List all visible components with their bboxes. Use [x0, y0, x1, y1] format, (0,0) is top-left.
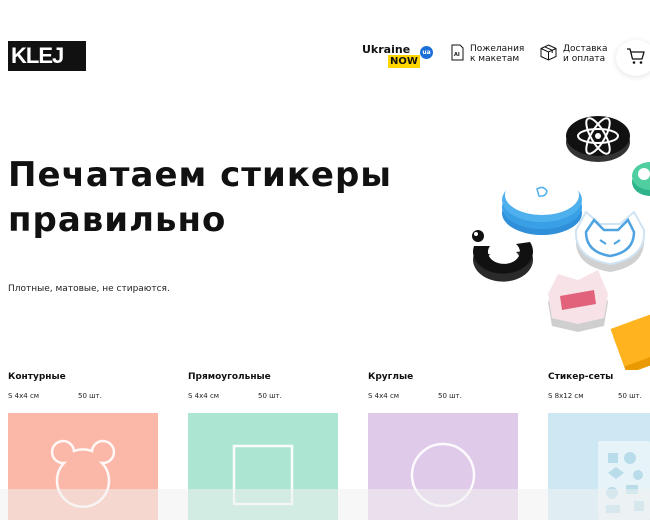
product-image-sticker-sets[interactable] — [548, 413, 650, 520]
circle-outline-icon — [410, 442, 476, 508]
product-size: S 4x4 см — [368, 392, 400, 400]
product-size: S 8x12 см — [548, 392, 584, 400]
product-size: S 4x4 см — [8, 392, 40, 400]
bear-outline-icon — [50, 439, 116, 508]
round-green-sticker — [632, 162, 650, 196]
product-card-sticker-sets[interactable]: Стикер-сеты S 8x12 см 50 шт. — [548, 372, 650, 520]
product-image-rectangular[interactable] — [188, 413, 338, 520]
product-title: Прямоугольные — [188, 372, 271, 382]
hero-subtitle: Плотные, матовые, не стираются. — [8, 284, 170, 294]
cart-icon — [626, 47, 646, 69]
product-qty: 50 шт. — [618, 392, 642, 400]
product-image-round[interactable] — [368, 413, 518, 520]
product-card-contour[interactable]: Контурные S 4x4 см 50 шт. — [8, 372, 158, 520]
square-outline-icon — [232, 444, 294, 506]
product-card-rectangular[interactable]: Прямоугольные S 4x4 см 50 шт. — [188, 372, 338, 520]
nav-delivery-link[interactable]: Доставка и оплата — [540, 44, 608, 65]
sticker-sheet-icon — [598, 441, 650, 520]
cat-sticker — [574, 210, 646, 272]
atom-sticker — [566, 116, 630, 162]
product-size: S 4x4 см — [188, 392, 220, 400]
product-qty: 50 шт. — [438, 392, 462, 400]
stickers-illustration — [460, 100, 650, 375]
ukraine-now-bottom: NOW — [388, 55, 420, 68]
logo-text: KLEJ — [11, 43, 64, 68]
box-icon — [540, 44, 557, 65]
product-qty: 50 шт. — [78, 392, 102, 400]
ai-file-icon: AI — [451, 44, 464, 65]
logo[interactable]: KLEJ — [8, 41, 86, 71]
hero-title-line2: правильно — [8, 200, 227, 240]
hero-title: Печатаем стикеры правильно — [8, 153, 428, 243]
product-image-contour[interactable] — [8, 413, 158, 520]
hero-title-line1: Печатаем стикеры — [8, 155, 393, 195]
nav-delivery-label: Доставка и оплата — [563, 44, 608, 64]
nav-guidelines-label: Пожелания к макетам — [470, 44, 525, 64]
ua-badge: ua — [420, 46, 433, 59]
ukraine-now-badge[interactable]: Ukraine NOW ua — [362, 43, 434, 71]
cart-button[interactable] — [616, 40, 650, 76]
product-title: Круглые — [368, 372, 414, 382]
crescent-sticker — [472, 230, 534, 282]
orange-sticker — [610, 313, 650, 375]
shout-sticker — [548, 270, 608, 332]
nav-guidelines-link[interactable]: AI Пожелания к макетам — [451, 44, 524, 65]
product-qty: 50 шт. — [258, 392, 282, 400]
svg-text:AI: AI — [454, 52, 460, 58]
round-blue-sticker — [502, 175, 582, 235]
product-title: Стикер-сеты — [548, 372, 614, 382]
product-card-round[interactable]: Круглые S 4x4 см 50 шт. — [368, 372, 518, 520]
product-title: Контурные — [8, 372, 66, 382]
